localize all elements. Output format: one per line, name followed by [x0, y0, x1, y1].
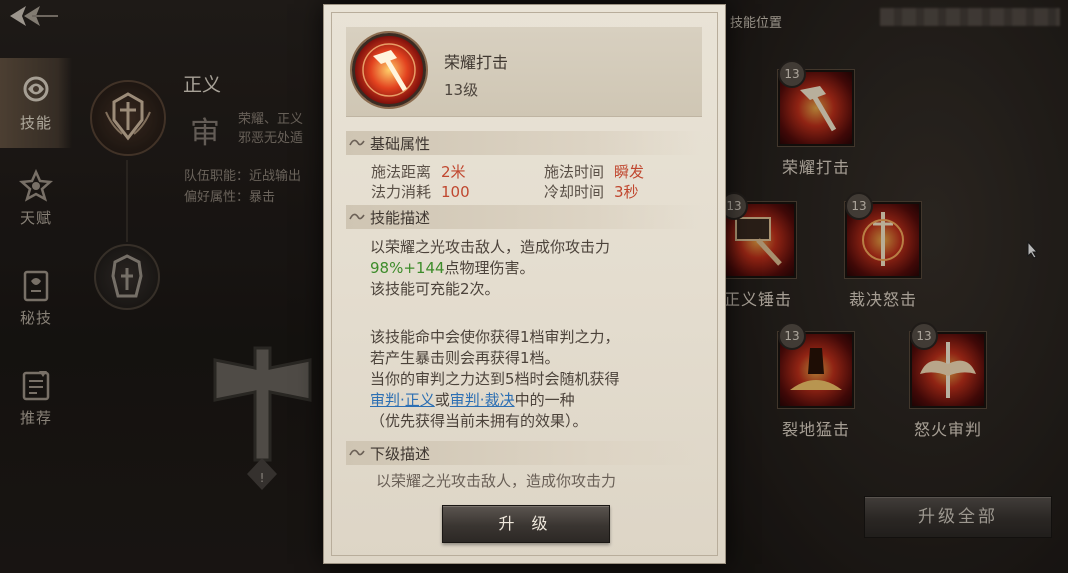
desc-text: 中的一种 [514, 391, 575, 409]
class-attributes: 队伍职能：近战输出 偏好属性：暴击 [184, 166, 324, 208]
section-next-level: 下级描述 [346, 441, 702, 465]
skill-tile[interactable]: 13 [720, 192, 796, 278]
back-arrow-icon[interactable] [6, 2, 62, 30]
desc-line: 98%+144点物理伤害。 [370, 258, 535, 279]
desc-line: 以荣耀之光攻击敌人，造成你攻击力 [370, 238, 611, 256]
nav-item-talent[interactable]: 天赋 [0, 148, 72, 248]
attr-key: 法力消耗 [371, 183, 432, 201]
desc-text: 点物理伤害。 [444, 259, 535, 277]
swirl-ornament-icon [349, 449, 365, 456]
skill-slot-glory-strike[interactable]: 13 荣耀打击 [771, 60, 861, 178]
attr-key: 冷却时间 [544, 183, 605, 201]
desc-line: 若产生暴击则会再获得1档。 [370, 349, 560, 367]
class-preferred-stat: 偏好属性：暴击 [184, 190, 276, 205]
damage-value: 98%+144 [370, 259, 445, 277]
skill-name: 裁决怒击 [848, 290, 917, 309]
skill-level-badge: 13 [845, 192, 873, 220]
class-role: 队伍职能：近战输出 [184, 169, 302, 184]
secret-book-icon [23, 270, 49, 301]
paladin-crest-icon [105, 92, 151, 141]
nav-label: 天赋 [19, 208, 52, 227]
skill-slot-wrath-judgement[interactable]: 13 怒火审判 [903, 322, 993, 440]
attr-cast-time: 施法时间 瞬发 [544, 161, 644, 182]
skill-name: 荣耀打击 [781, 158, 850, 177]
attr-cooldown: 冷却时间 3秒 [544, 181, 639, 202]
skill-name: 裂地猛击 [781, 420, 850, 439]
attr-mana-cost: 法力消耗 100 [371, 181, 470, 202]
class-desc-line: 荣耀、正义 [238, 112, 304, 127]
next-level-desc: 以荣耀之光攻击敌人，造成你攻击力 [376, 472, 617, 490]
class-name: 正义 [183, 74, 222, 96]
attr-key: 施法时间 [544, 163, 605, 181]
skill-tile[interactable]: 13 [778, 60, 854, 146]
swirl-ornament-icon [349, 139, 365, 146]
nav-label: 技能 [19, 113, 52, 132]
mouse-cursor-icon [1027, 241, 1039, 259]
popup-skill-level: 13级 [444, 81, 479, 99]
section-label: 下级描述 [370, 445, 431, 463]
class-desc-line: 邪恶无处遁 [238, 131, 304, 146]
skill-icon [23, 76, 49, 101]
side-nav: 技能 天赋 秘技 推荐 [0, 58, 72, 448]
section-description: 技能描述 [346, 205, 702, 229]
popup-skill-name: 荣耀打击 [444, 53, 509, 72]
skill-name: 正义锤击 [723, 290, 792, 309]
section-label: 技能描述 [370, 209, 431, 227]
nav-item-skill[interactable]: 技能 [0, 58, 72, 148]
skill-level-badge: 13 [778, 60, 806, 88]
glory-strike-icon [352, 33, 426, 107]
blurred-info [880, 8, 1060, 26]
desc-line: 当你的审判之力达到5档时会随机获得 [370, 370, 620, 388]
attr-value: 2米 [441, 163, 466, 181]
recommend-icon [22, 370, 50, 400]
class-glyph: 审 [190, 116, 220, 151]
upgrade-button[interactable]: 升 级 [442, 505, 610, 543]
skill-slot-title: 技能位置 [730, 16, 783, 31]
attr-value: 瞬发 [614, 163, 645, 181]
skill-detail-popup: 荣耀打击 13级 基础属性 施法距离 2米 施法时间 瞬发 法力消耗 100 冷却时间… [323, 4, 726, 564]
skill-level-badge: 13 [910, 322, 938, 350]
svg-text:!: ! [260, 471, 265, 485]
swirl-ornament-icon [349, 213, 365, 220]
desc-line: （优先获得当前未拥有的效果）。 [370, 412, 588, 430]
tree-connector [126, 160, 128, 242]
class-emblem[interactable] [90, 80, 166, 156]
nav-item-secret[interactable]: 秘技 [0, 248, 72, 348]
attr-value: 3秒 [614, 183, 639, 201]
skill-slot-ground-slam[interactable]: 13 裂地猛击 [771, 322, 861, 440]
desc-line: 该技能可充能2次。 [370, 280, 500, 298]
armor-icon [111, 254, 143, 298]
talent-icon [19, 168, 53, 202]
desc-line: 该技能命中会使你获得1档审判之力， [370, 328, 620, 346]
link-judgement-verdict[interactable]: 审判·裁决 [450, 391, 515, 409]
skill-tile[interactable]: 13 [845, 192, 921, 278]
spec-emblem[interactable] [94, 244, 160, 310]
skill-level-badge: 13 [778, 322, 806, 350]
skill-slot-justice-hammer[interactable]: 13 正义锤击 [713, 192, 803, 310]
skill-name: 怒火审判 [913, 420, 982, 439]
section-label: 基础属性 [370, 135, 431, 153]
desc-text: 或 [434, 391, 450, 409]
upgrade-all-button[interactable]: 升级全部 [864, 496, 1052, 538]
link-judgement-justice[interactable]: 审判·正义 [370, 391, 435, 409]
attr-cast-range: 施法距离 2米 [371, 161, 466, 182]
nav-label: 推荐 [19, 408, 52, 427]
desc-line: 审判·正义或审判·裁决中的一种 [370, 390, 575, 411]
skill-slot-verdict-fury[interactable]: 13 裁决怒击 [838, 192, 928, 310]
skill-tile[interactable]: 13 [778, 322, 854, 408]
hammer-weapon-icon: ! [213, 346, 312, 490]
nav-item-recommend[interactable]: 推荐 [0, 348, 72, 448]
class-description: 荣耀、正义 邪恶无处遁 [238, 110, 323, 148]
attr-key: 施法距离 [371, 163, 432, 181]
nav-label: 秘技 [19, 308, 52, 327]
skill-tile[interactable]: 13 [910, 322, 986, 408]
section-base-attrs: 基础属性 [346, 131, 702, 155]
attr-value: 100 [441, 183, 470, 201]
